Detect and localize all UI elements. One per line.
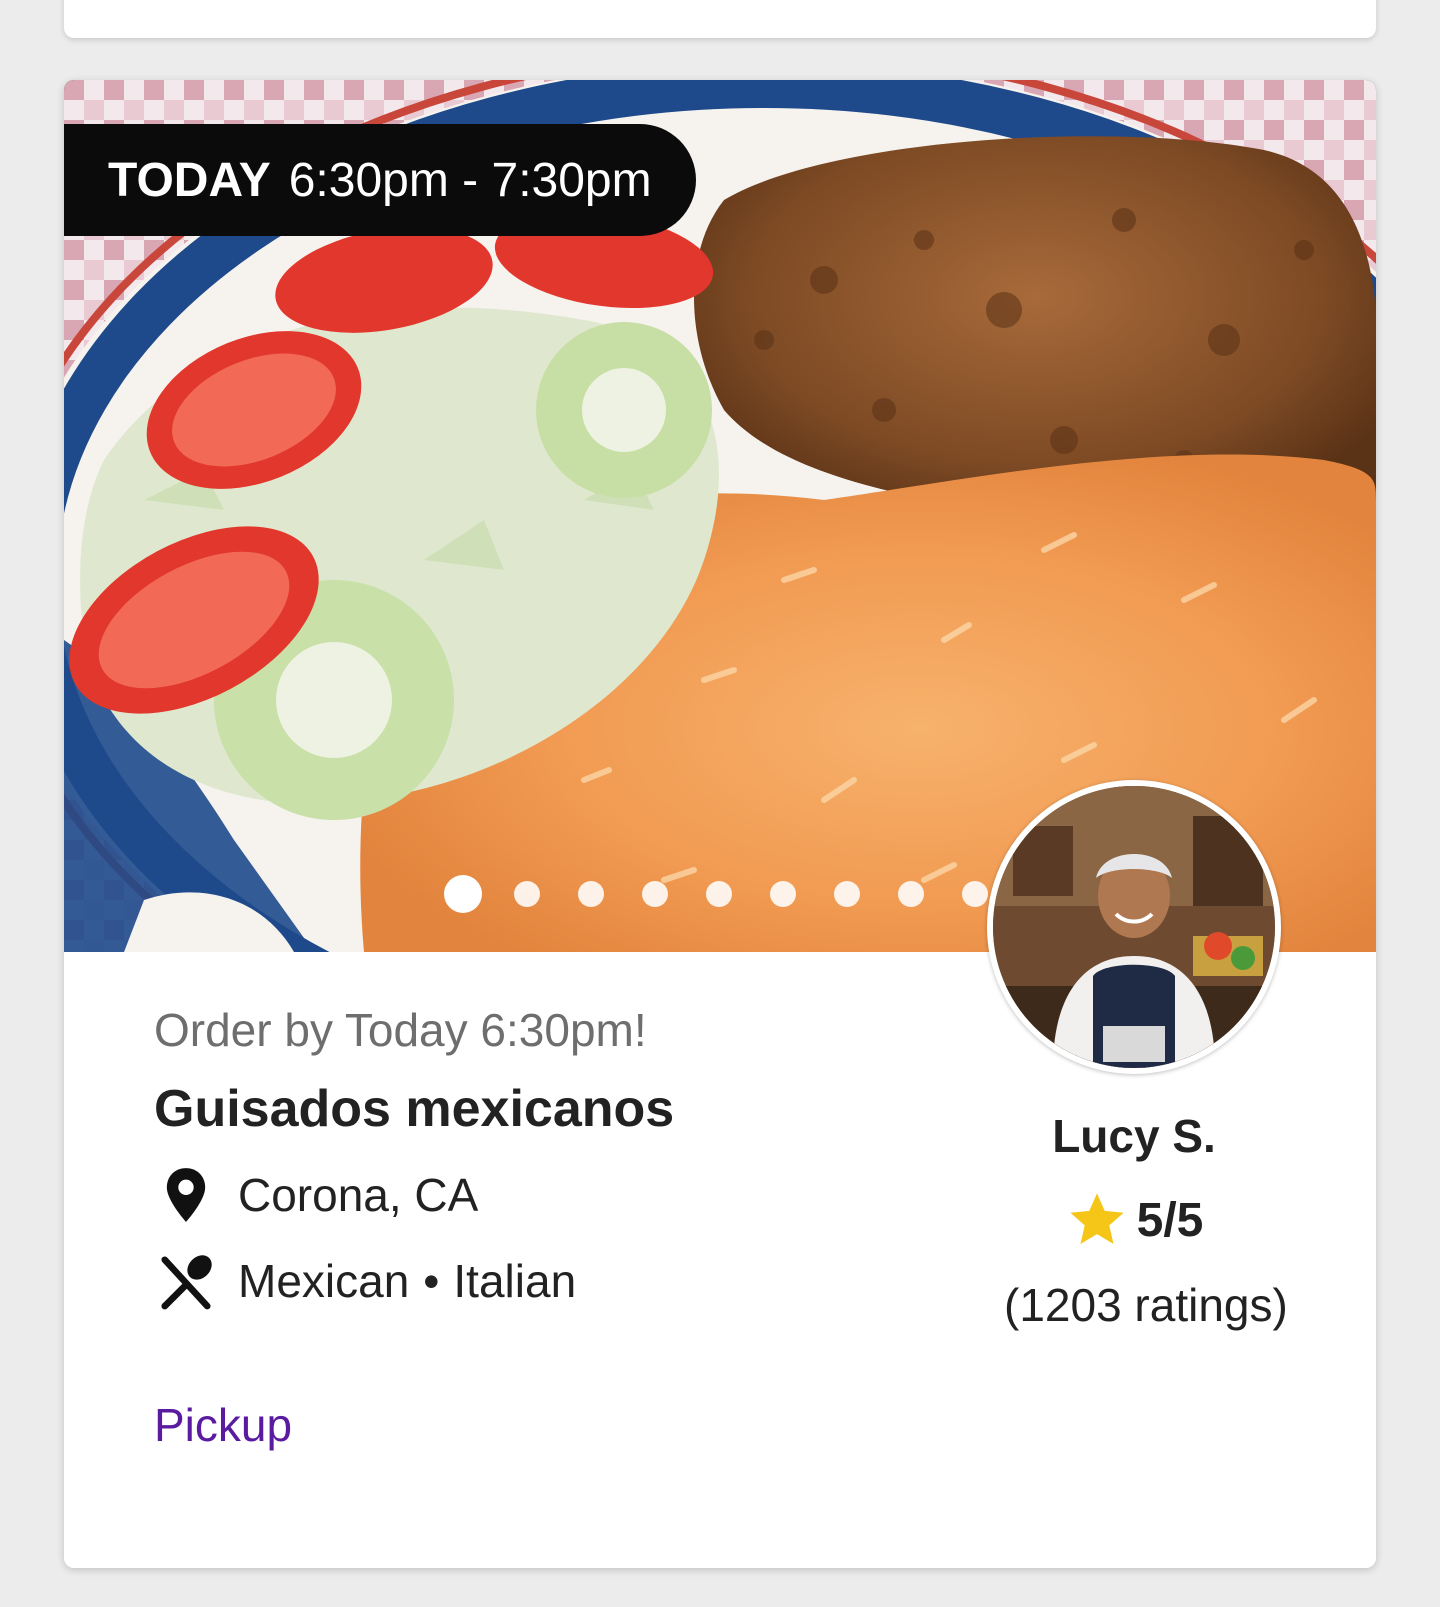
carousel-dot-6[interactable] [770, 881, 796, 907]
carousel-dots[interactable] [444, 875, 1026, 913]
order-deadline: Order by Today 6:30pm! [154, 1004, 647, 1056]
time-badge-range: 6:30pm - 7:30pm [288, 153, 652, 207]
cook-profile[interactable]: Lucy S. 5/5 (1203 ratings) [987, 780, 1288, 1332]
carousel-dot-8[interactable] [898, 881, 924, 907]
carousel-dot-3[interactable] [578, 881, 604, 907]
star-icon [1065, 1188, 1129, 1252]
fulfillment-type[interactable]: Pickup [154, 1398, 292, 1452]
listing-title[interactable]: Guisados mexicanos [154, 1076, 974, 1142]
cuisine-separator: • [423, 1255, 440, 1307]
pickup-time-badge: TODAY 6:30pm - 7:30pm [64, 124, 696, 236]
cook-rating: 5/5 [1004, 1188, 1264, 1252]
carousel-dot-1[interactable] [444, 875, 482, 913]
map-pin-icon [154, 1163, 218, 1227]
carousel-dot-2[interactable] [514, 881, 540, 907]
utensils-icon [154, 1249, 218, 1313]
listing-info: Order by Today 6:30pm! Guisados mexicano… [154, 1000, 974, 1324]
rating-value: 5/5 [1136, 1193, 1204, 1247]
location-text: Corona, CA [238, 1169, 479, 1221]
time-badge-day: TODAY [108, 153, 271, 207]
cuisine-second: Italian [453, 1255, 577, 1307]
cook-avatar[interactable] [987, 780, 1281, 1074]
carousel-dot-7[interactable] [834, 881, 860, 907]
location-row: Corona, CA [154, 1152, 974, 1238]
ratings-count: (1203 ratings) [1004, 1279, 1288, 1331]
carousel-dot-9[interactable] [962, 881, 988, 907]
carousel-dot-5[interactable] [706, 881, 732, 907]
cook-name[interactable]: Lucy S. [1004, 1108, 1264, 1164]
listing-card[interactable]: TODAY 6:30pm - 7:30pm Order by Today 6:3… [64, 80, 1376, 1568]
carousel-dot-4[interactable] [642, 881, 668, 907]
cuisine-first: Mexican [238, 1255, 410, 1307]
cuisine-row: Mexican • Italian [154, 1238, 974, 1324]
previous-listing-card[interactable] [64, 0, 1376, 38]
